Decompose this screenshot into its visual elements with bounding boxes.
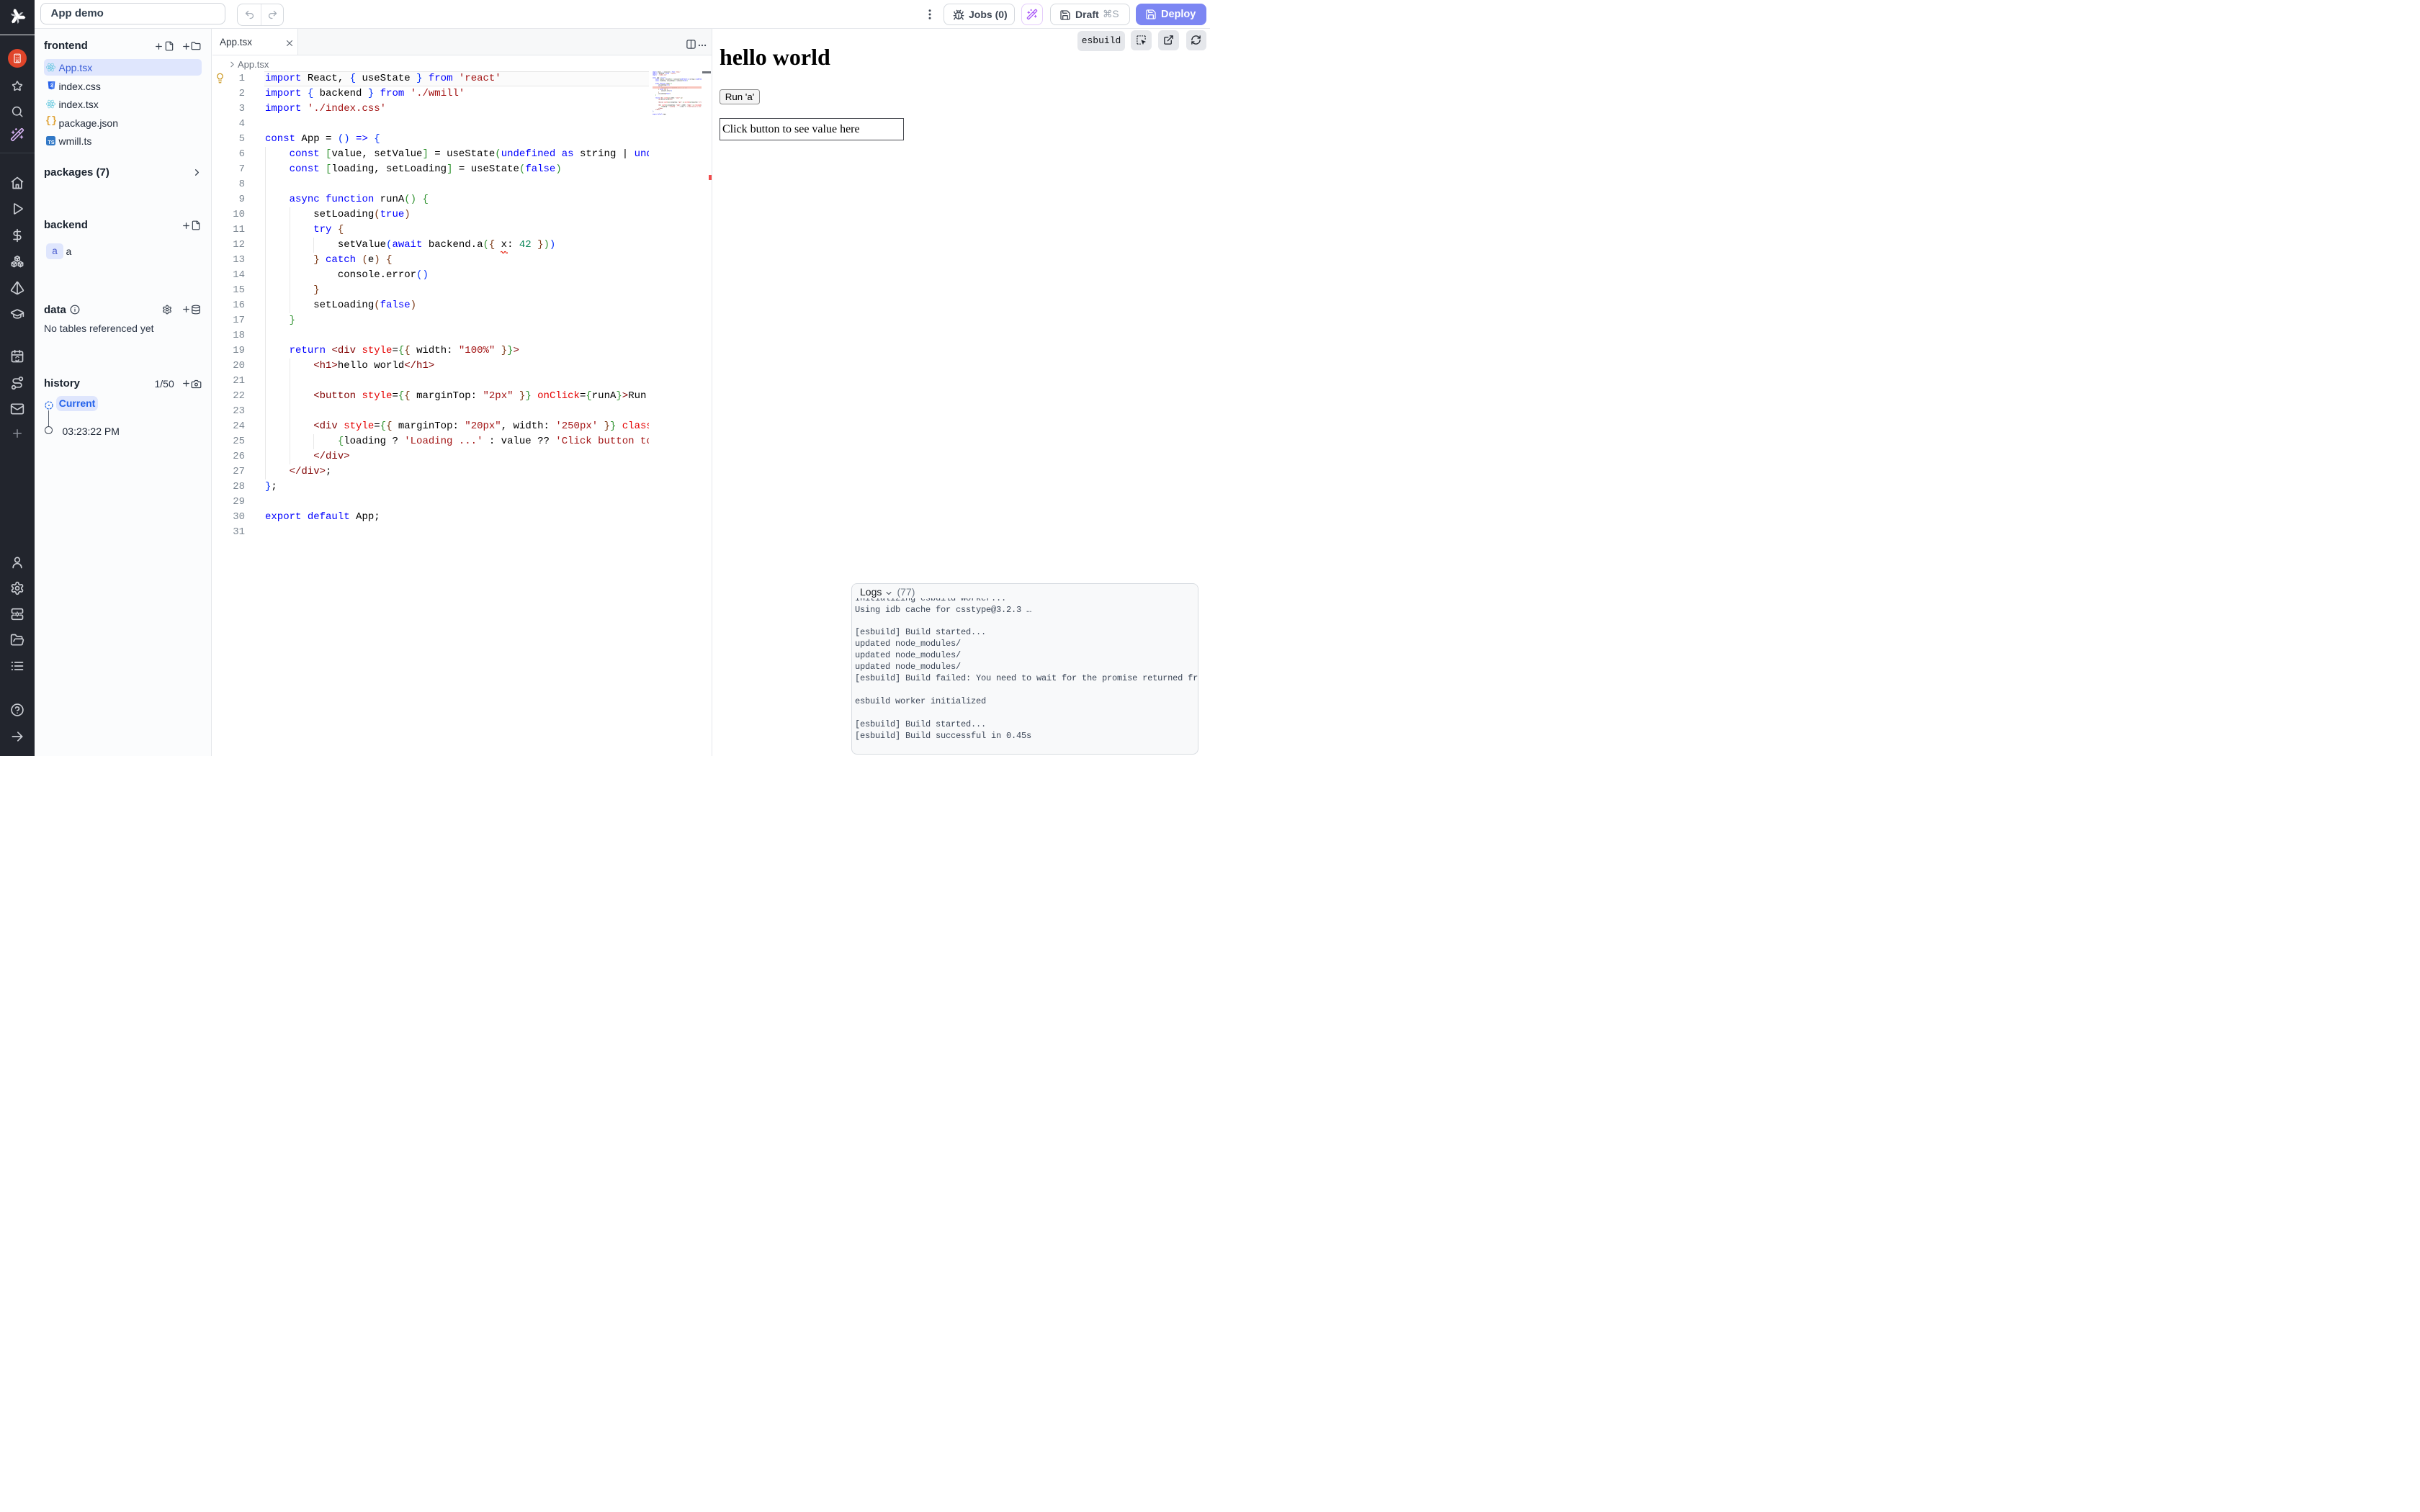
svg-text:3: 3 — [50, 84, 53, 89]
